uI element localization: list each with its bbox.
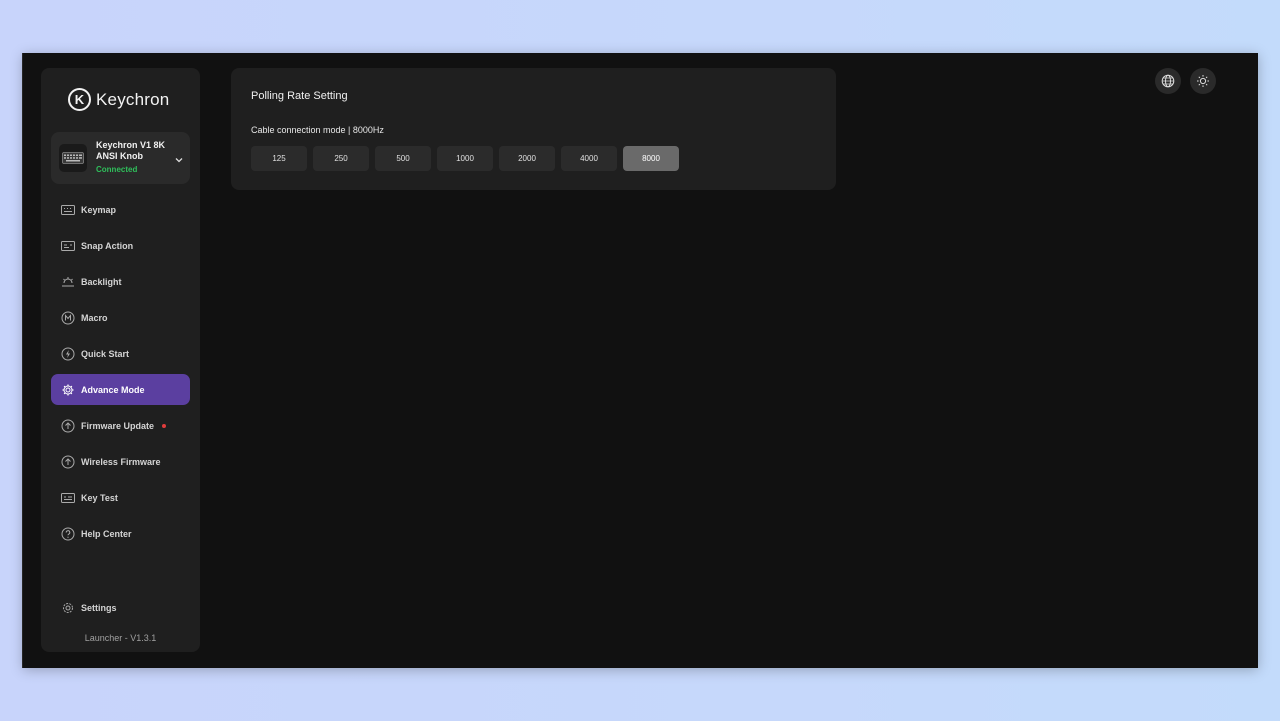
upload-icon <box>61 455 75 469</box>
sidebar-item-label: Firmware Update <box>81 420 155 431</box>
sidebar: K Keychron Keychron V1 8K ANSI Knob Conn… <box>41 68 200 652</box>
device-name: Keychron V1 8K ANSI Knob <box>96 140 166 161</box>
sidebar-item-quick-start[interactable]: Quick Start <box>51 338 190 369</box>
connection-mode-label: Cable connection mode | 8000Hz <box>251 125 384 135</box>
connection-status: Connected <box>96 165 138 174</box>
lightning-icon <box>61 347 75 361</box>
help-icon <box>61 527 75 541</box>
keychron-logo-icon: K <box>68 88 91 111</box>
sidebar-item-label: Help Center <box>81 528 132 539</box>
polling-rate-panel: Polling Rate Setting Cable connection mo… <box>231 68 836 190</box>
sidebar-item-macro[interactable]: Macro <box>51 302 190 333</box>
panel-title: Polling Rate Setting <box>251 90 348 102</box>
brand-name: Keychron <box>96 89 170 109</box>
rate-button-2000[interactable]: 2000 <box>499 146 555 171</box>
macro-icon <box>61 311 75 325</box>
polling-rate-options: 125 250 500 1000 2000 4000 8000 <box>251 146 679 171</box>
sidebar-item-wireless-firmware[interactable]: Wireless Firmware <box>51 446 190 477</box>
brand-logo: K Keychron <box>68 88 169 111</box>
sidebar-item-label: Quick Start <box>81 348 130 359</box>
sidebar-nav: Keymap Snap Action Backlight Macro Quick… <box>51 194 190 554</box>
sidebar-item-label: Backlight <box>81 276 122 287</box>
upload-icon <box>61 419 75 433</box>
backlight-icon <box>61 275 75 289</box>
gear-icon <box>61 383 75 397</box>
sidebar-item-label: Key Test <box>81 492 118 503</box>
globe-icon[interactable] <box>1155 68 1181 94</box>
gear-icon <box>61 601 75 615</box>
sun-icon[interactable] <box>1190 68 1216 94</box>
sidebar-item-label: Wireless Firmware <box>81 456 161 467</box>
settings-label: Settings <box>81 602 117 613</box>
rate-button-4000[interactable]: 4000 <box>561 146 617 171</box>
app-window: K Keychron Keychron V1 8K ANSI Knob Conn… <box>23 53 1258 668</box>
sidebar-item-advance-mode[interactable]: Advance Mode <box>51 374 190 405</box>
rate-button-1000[interactable]: 1000 <box>437 146 493 171</box>
update-badge <box>162 423 167 428</box>
app-version: Launcher - V1.3.1 <box>84 633 157 643</box>
rate-button-125[interactable]: 125 <box>251 146 307 171</box>
sidebar-item-snap-action[interactable]: Snap Action <box>51 230 190 261</box>
device-selector[interactable]: Keychron V1 8K ANSI Knob Connected <box>51 132 190 184</box>
chevron-down-icon[interactable] <box>174 152 184 170</box>
keyboard-thumbnail-icon <box>59 144 87 172</box>
sidebar-item-label: Advance Mode <box>81 384 145 395</box>
sidebar-item-backlight[interactable]: Backlight <box>51 266 190 297</box>
key-test-icon <box>61 491 75 505</box>
keyboard-icon <box>61 203 75 217</box>
sidebar-item-label: Snap Action <box>81 240 134 251</box>
rate-button-500[interactable]: 500 <box>375 146 431 171</box>
sidebar-item-firmware-update[interactable]: Firmware Update <box>51 410 190 441</box>
rate-button-8000[interactable]: 8000 <box>623 146 679 171</box>
sidebar-item-key-test[interactable]: Key Test <box>51 482 190 513</box>
sidebar-item-settings[interactable]: Settings <box>51 592 190 623</box>
sidebar-item-keymap[interactable]: Keymap <box>51 194 190 225</box>
snap-action-icon <box>61 239 75 253</box>
sidebar-item-label: Macro <box>81 312 108 323</box>
sidebar-item-help-center[interactable]: Help Center <box>51 518 190 549</box>
sidebar-item-label: Keymap <box>81 204 117 215</box>
rate-button-250[interactable]: 250 <box>313 146 369 171</box>
